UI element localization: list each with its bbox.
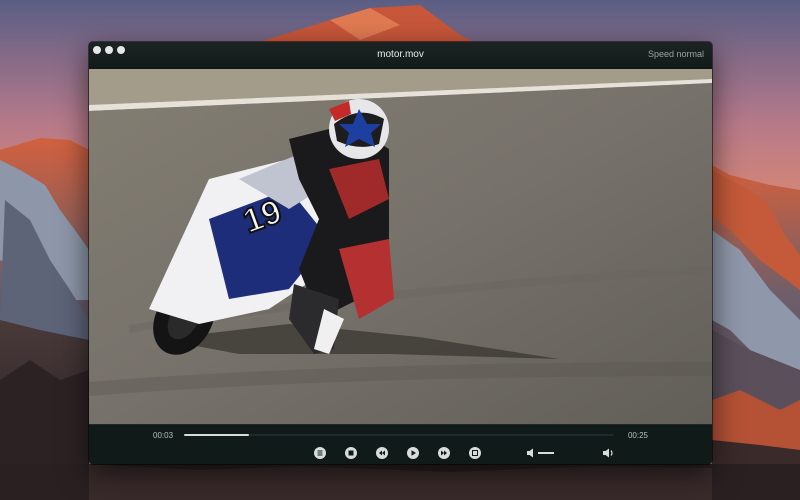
total-time: 00:25 — [627, 431, 648, 440]
title-bar[interactable]: motor.mov Speed normal — [89, 42, 712, 68]
rewind-button[interactable] — [376, 447, 388, 459]
playback-speed-label[interactable]: Speed normal — [648, 49, 704, 59]
playlist-icon — [317, 450, 323, 456]
play-button[interactable] — [407, 447, 419, 459]
video-frame[interactable]: 19 — [89, 69, 712, 424]
fast-forward-button[interactable] — [438, 447, 450, 459]
stop-icon — [348, 450, 354, 456]
volume-high-icon[interactable] — [602, 446, 616, 460]
fullscreen-icon — [472, 450, 478, 456]
window-title: motor.mov — [377, 49, 424, 60]
rewind-icon — [379, 450, 385, 456]
fullscreen-button[interactable] — [469, 447, 481, 459]
seek-progress — [184, 434, 249, 436]
stop-button[interactable] — [345, 447, 357, 459]
current-time: 00:03 — [153, 431, 174, 440]
volume-slider[interactable] — [538, 452, 554, 454]
volume-level — [538, 452, 554, 454]
seek-bar[interactable] — [184, 434, 614, 436]
fast-forward-icon — [441, 450, 447, 456]
playback-controls: 00:03 00:25 — [89, 424, 712, 464]
player-window: motor.mov Speed normal 19 00:03 00:25 — [89, 42, 712, 464]
volume-low-icon[interactable] — [526, 447, 536, 459]
play-icon — [411, 450, 416, 456]
playlist-button[interactable] — [314, 447, 326, 459]
